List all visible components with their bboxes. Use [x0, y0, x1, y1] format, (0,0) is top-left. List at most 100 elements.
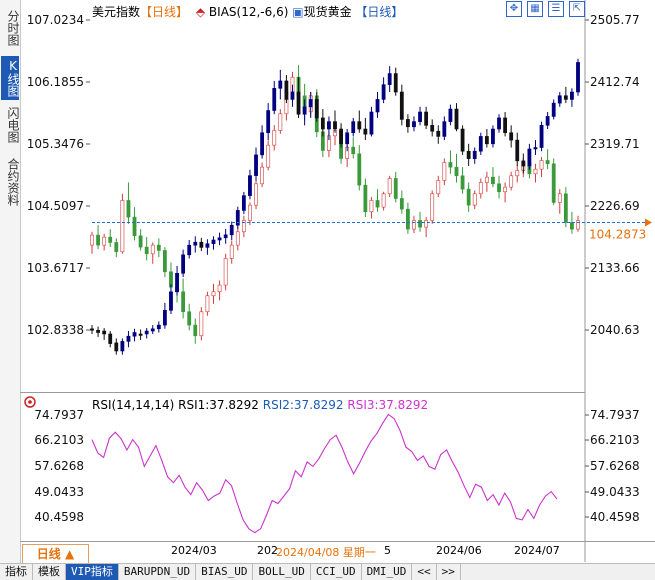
candle-body	[557, 95, 562, 104]
candle-body	[412, 121, 416, 128]
candle-body	[369, 200, 374, 213]
candle-body	[387, 178, 392, 195]
rsi-right-tick-label: 49.0433	[590, 485, 640, 499]
tab-boll[interactable]: BOLL_UD	[253, 564, 311, 580]
candle-body	[497, 117, 501, 130]
candle-body	[284, 80, 289, 100]
candle-body	[545, 160, 550, 165]
candle-body	[497, 183, 501, 193]
candle-body	[515, 170, 520, 177]
candle-body	[551, 102, 556, 117]
tab-vip-indicators[interactable]: VIP指标	[66, 564, 119, 580]
candle-body	[102, 236, 107, 246]
candle-body	[302, 106, 307, 115]
current-price-arrow-icon	[645, 218, 652, 227]
tab-bias[interactable]: BIAS_UD	[196, 564, 254, 580]
candle-body	[132, 216, 137, 237]
candle-body	[138, 333, 143, 336]
candle-body	[108, 333, 113, 344]
candle-body	[205, 243, 210, 248]
candle-body	[448, 108, 453, 122]
current-price-line: 104.2873	[92, 218, 652, 241]
candle-body	[576, 62, 580, 93]
candle-body	[539, 125, 544, 148]
candle-body	[126, 335, 131, 342]
candle-body	[393, 178, 398, 199]
candle-body	[96, 234, 100, 246]
candle-body	[278, 113, 283, 131]
tab-indicators[interactable]: 指标	[0, 564, 33, 580]
chart-canvas[interactable]: 107.0234 106.1855 105.3476 104.5097 103.6717…	[0, 0, 655, 579]
rsi-left-tick-label: 49.0433	[34, 485, 84, 499]
candle-body	[156, 244, 161, 251]
tab-cci[interactable]: CCI_UD	[311, 564, 362, 580]
candle-body	[272, 130, 277, 146]
candle-body	[199, 311, 204, 337]
candle-body	[217, 237, 222, 241]
expand-icon[interactable]: ✥	[506, 1, 522, 17]
left-tick-label: 104.5097	[27, 199, 84, 213]
left-symbol: 美元指数	[92, 5, 141, 19]
candle-body	[211, 291, 216, 297]
candle-body	[399, 198, 404, 210]
overlay-icon: ▣	[292, 5, 304, 19]
candle-body	[144, 330, 149, 335]
candle-body	[90, 234, 94, 246]
candle-body	[102, 330, 107, 335]
chart-header: 美元指数【日线】 ⬘ BIAS(12,-6,6) ▣现货黄金 【日线】	[92, 3, 403, 20]
candle-body	[466, 150, 471, 159]
candle-body	[515, 139, 520, 162]
list-icon[interactable]: ☰	[548, 1, 564, 17]
candle-body	[260, 132, 265, 156]
rsi-header: RSI(14,14,14) RSI1:37.8292 RSI2:37.8292 …	[92, 398, 428, 412]
candle-body	[460, 175, 465, 190]
candle-body	[491, 128, 495, 145]
right-symbol: 现货黄金	[303, 5, 352, 19]
candle-body	[187, 311, 192, 326]
candle-body	[290, 91, 295, 100]
right-tick-label: 2133.66	[590, 261, 640, 275]
candle-body	[570, 222, 574, 230]
candle-body	[454, 166, 459, 177]
candle-body	[278, 80, 283, 89]
candle-body	[120, 200, 125, 253]
candle-body	[363, 184, 368, 213]
tab-barupdn[interactable]: BARUPDN_UD	[119, 564, 197, 580]
candle-body	[351, 121, 356, 134]
candle-body	[491, 176, 495, 185]
candle-body	[405, 208, 410, 230]
candle-body	[357, 153, 362, 186]
candle-body	[436, 180, 441, 195]
candle-body	[539, 160, 544, 170]
rsi-settings-icon[interactable]	[24, 396, 36, 408]
scroll-right-button[interactable]: >>	[437, 564, 461, 580]
candle-body	[563, 95, 568, 100]
candle-body	[114, 342, 119, 352]
rsi1-value: RSI1:37.8292	[178, 398, 259, 412]
candle-body	[235, 210, 240, 226]
candle-body	[424, 111, 429, 126]
candle-body	[381, 193, 386, 208]
rsi2-value: RSI2:37.8292	[262, 398, 344, 412]
candle-body	[503, 117, 508, 134]
candle-body	[369, 111, 374, 135]
candle-body	[163, 310, 167, 326]
grid-icon[interactable]: ▦	[527, 1, 543, 17]
left-axis: 107.0234 106.1855 105.3476 104.5097 103.6717…	[27, 13, 90, 337]
scroll-left-button[interactable]: <<	[412, 564, 437, 580]
tab-dmi[interactable]: DMI_UD	[362, 564, 413, 580]
rsi-left-tick-label: 74.7937	[34, 408, 84, 422]
candle-body	[460, 128, 465, 152]
candle-body	[466, 188, 471, 206]
candle-body	[478, 182, 483, 195]
candle-body	[533, 147, 538, 150]
candle-body	[163, 250, 167, 273]
candle-body	[448, 162, 453, 168]
date-label-month5: 5	[384, 544, 391, 557]
candle-body	[138, 235, 143, 248]
restore-icon[interactable]: ⇱	[569, 1, 585, 17]
candle-body	[454, 108, 459, 130]
tab-templates[interactable]: 模板	[33, 564, 66, 580]
candle-body	[96, 329, 100, 333]
candle-body	[187, 244, 192, 256]
